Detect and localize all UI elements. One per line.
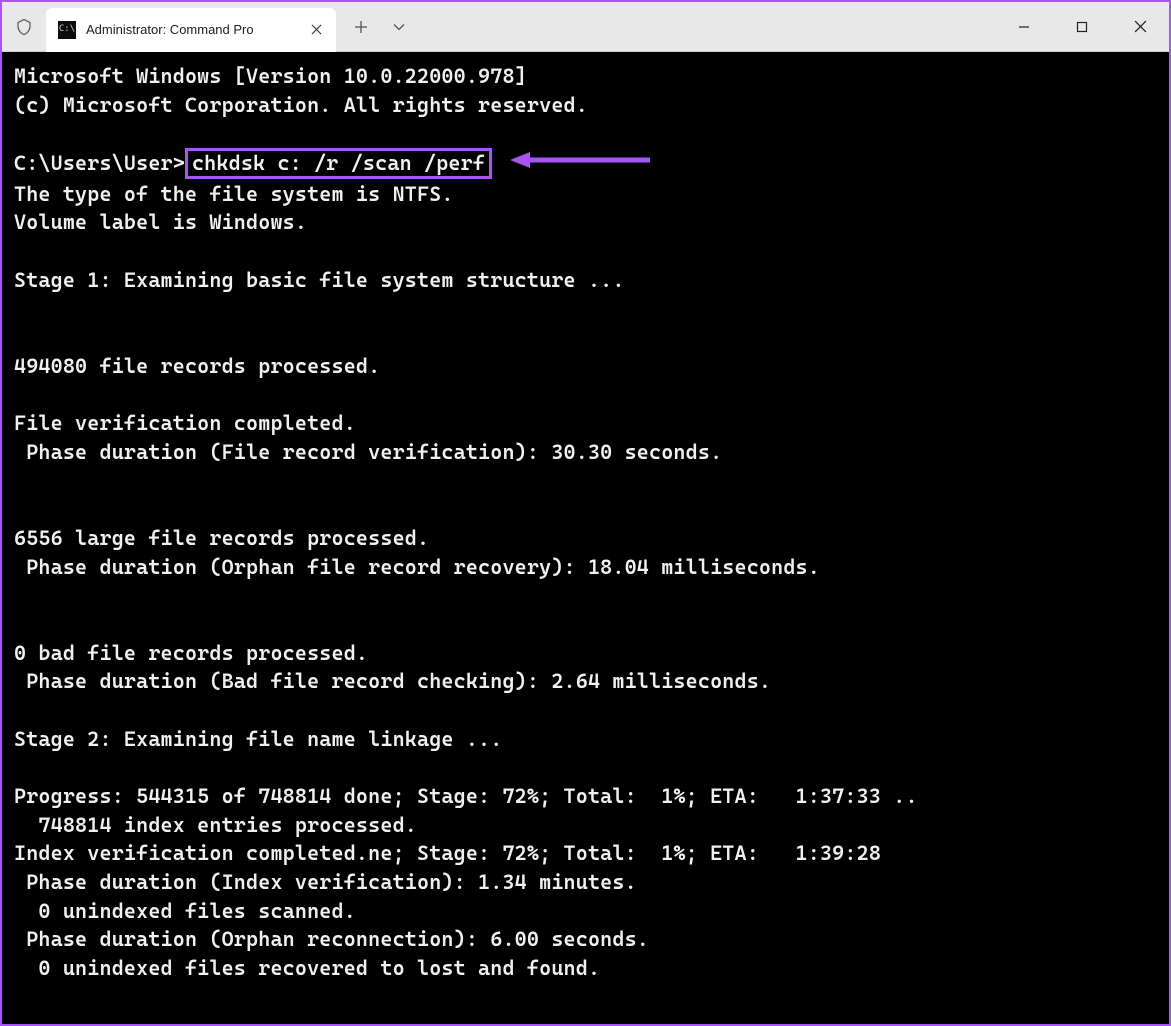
prompt: C:\Users\User> <box>14 151 185 175</box>
new-tab-button[interactable] <box>344 10 378 44</box>
line-fs: The type of the file system is NTFS. <box>14 182 454 206</box>
window-titlebar: C:\ Administrator: Command Pro <box>2 2 1169 52</box>
line-filerec: 494080 file records processed. <box>14 354 380 378</box>
close-icon <box>1134 20 1147 33</box>
cmd-icon: C:\ <box>58 21 76 39</box>
line-stage1: Stage 1: Examining basic file system str… <box>14 268 625 292</box>
line-phase3: Phase duration (Bad file record checking… <box>14 669 771 693</box>
tab-utility <box>344 10 416 44</box>
annotation-arrow <box>510 149 650 179</box>
chevron-down-icon <box>393 22 405 31</box>
window-controls <box>995 2 1169 51</box>
tab-dropdown-button[interactable] <box>382 10 416 44</box>
tab-close-button[interactable] <box>306 20 326 40</box>
minimize-button[interactable] <box>995 2 1053 51</box>
line-phase1: Phase duration (File record verification… <box>14 440 722 464</box>
maximize-icon <box>1076 21 1088 33</box>
line-idxver: Index verification completed.ne; Stage: … <box>14 841 881 865</box>
line-vol: Volume label is Windows. <box>14 210 307 234</box>
line-phase2: Phase duration (Orphan file record recov… <box>14 555 820 579</box>
line-fverify: File verification completed. <box>14 411 356 435</box>
line-phase5: Phase duration (Orphan reconnection): 6.… <box>14 927 649 951</box>
tab-title: Administrator: Command Pro <box>86 22 296 37</box>
command-text: chkdsk c: /r /scan /perf <box>192 151 485 175</box>
line-large: 6556 large file records processed. <box>14 526 429 550</box>
line-progress: Progress: 544315 of 748814 done; Stage: … <box>14 784 918 808</box>
terminal-output[interactable]: Microsoft Windows [Version 10.0.22000.97… <box>2 52 1169 1024</box>
app-icon-wrap <box>2 18 46 36</box>
close-icon <box>311 24 322 35</box>
line-version: Microsoft Windows [Version 10.0.22000.97… <box>14 64 527 88</box>
maximize-button[interactable] <box>1053 2 1111 51</box>
line-phase4: Phase duration (Index verification): 1.3… <box>14 870 637 894</box>
command-highlight: chkdsk c: /r /scan /perf <box>185 148 492 179</box>
plus-icon <box>355 21 367 33</box>
close-window-button[interactable] <box>1111 2 1169 51</box>
line-unidx2: 0 unindexed files recovered to lost and … <box>14 956 600 980</box>
window-tab[interactable]: C:\ Administrator: Command Pro <box>46 8 336 52</box>
line-stage2: Stage 2: Examining file name linkage ... <box>14 727 502 751</box>
line-copyright: (c) Microsoft Corporation. All rights re… <box>14 93 588 117</box>
line-unidx1: 0 unindexed files scanned. <box>14 899 356 923</box>
line-index: 748814 index entries processed. <box>14 813 417 837</box>
minimize-icon <box>1018 21 1030 33</box>
shield-icon <box>15 18 33 36</box>
line-bad: 0 bad file records processed. <box>14 641 368 665</box>
